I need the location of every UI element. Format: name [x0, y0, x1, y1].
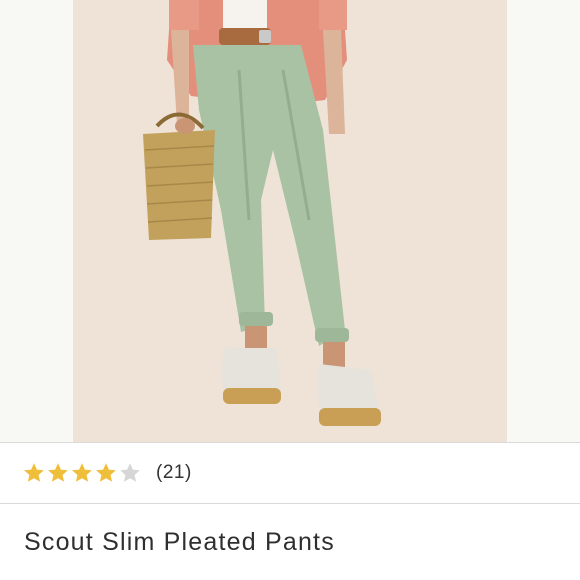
divider-middle: [0, 503, 580, 504]
star-filled-icon: [46, 461, 70, 485]
review-count[interactable]: (21): [156, 462, 192, 484]
star-filled-icon: [22, 461, 46, 485]
star-empty-icon: [118, 461, 142, 485]
product-image-area: [0, 0, 580, 442]
star-filled-icon: [94, 461, 118, 485]
product-photo[interactable]: [73, 0, 507, 442]
product-card: (21) Scout Slim Pleated Pants: [0, 0, 580, 580]
product-title: Scout Slim Pleated Pants: [24, 528, 335, 556]
star-filled-icon: [70, 461, 94, 485]
star-rating: [22, 461, 142, 485]
divider-top: [0, 442, 580, 443]
rating-row[interactable]: (21): [22, 458, 192, 488]
product-photo-illustration: [73, 0, 507, 442]
